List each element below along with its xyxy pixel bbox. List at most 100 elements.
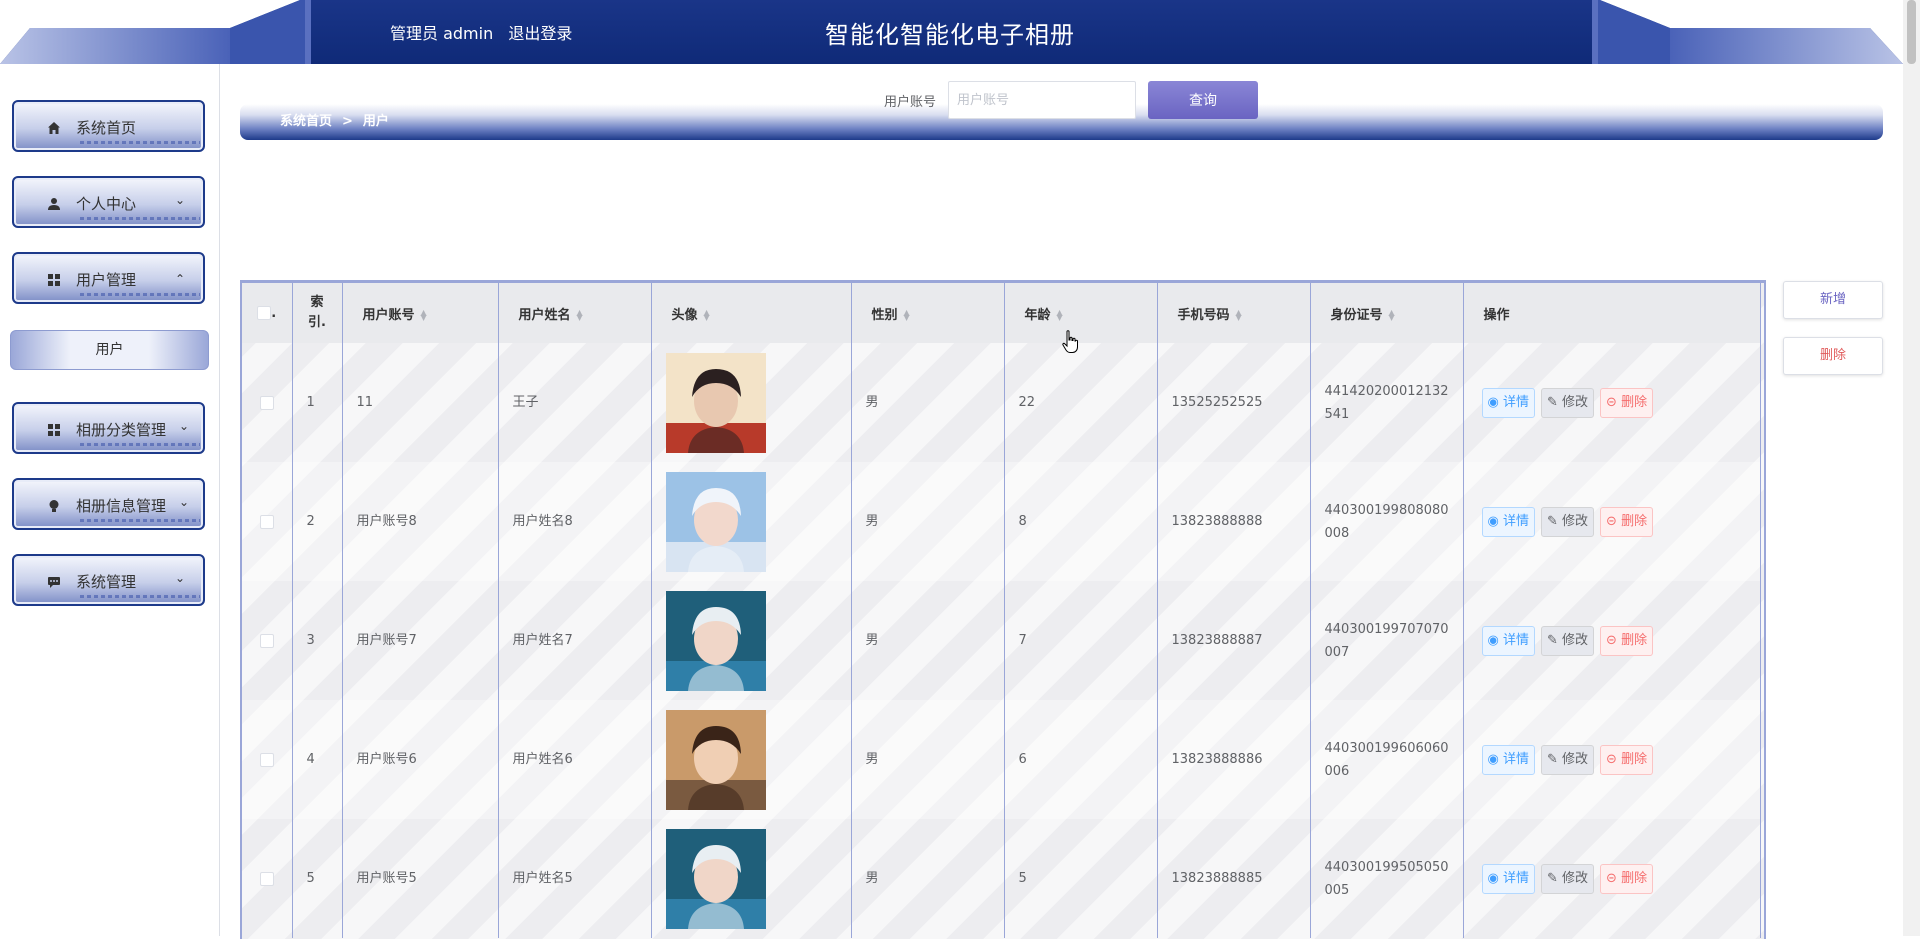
search-label: 用户账号 <box>884 95 937 110</box>
edit-button[interactable]: ✎ 修改 <box>1541 625 1595 656</box>
minus-circle-icon: ⊝ <box>1606 870 1622 886</box>
column-header-age[interactable]: 年龄 ▲ ▼ <box>1004 283 1158 343</box>
table-body: 1 11 王子男 22 13525252525 441420200012132541 ◉ 详… <box>242 343 1761 938</box>
menu-decoration <box>80 141 200 144</box>
batch-delete-button[interactable]: 删除 <box>1783 337 1883 375</box>
cell-avatar <box>651 700 852 819</box>
delete-button[interactable]: ⊝ 删除 <box>1600 863 1654 894</box>
scrollbar-thumb[interactable] <box>1907 0 1916 64</box>
avatar-image[interactable] <box>665 352 766 453</box>
cell-id-card: 440300199707070007 <box>1310 581 1464 700</box>
sidebar-item-album-info[interactable]: 相册信息管理 ⌄ <box>12 478 205 530</box>
column-header-label: 身份证号 <box>1330 307 1383 323</box>
minus-circle-icon: ⊝ <box>1606 513 1622 529</box>
detail-button[interactable]: ◉ 详情 <box>1481 863 1535 894</box>
select-all-header[interactable]: . <box>242 283 293 343</box>
detail-label: 详情 <box>1502 751 1529 767</box>
chevron-down-icon: ⌄ <box>174 193 185 207</box>
sidebar-item-user-management[interactable]: 用户管理 ⌃ <box>12 252 205 304</box>
menu-decoration <box>80 293 200 296</box>
breadcrumb: 系统首页 > 用户 <box>280 110 389 129</box>
edit-button[interactable]: ✎ 修改 <box>1541 506 1595 537</box>
cell-id-card: 441420200012132541 <box>1310 343 1464 462</box>
sort-icon[interactable]: ▲ ▼ <box>1057 309 1063 322</box>
sort-icon[interactable]: ▲ ▼ <box>904 309 910 322</box>
avatar-image[interactable] <box>665 590 766 691</box>
row-checkbox-cell[interactable] <box>242 343 293 462</box>
delete-label: 删除 <box>1621 870 1648 886</box>
chevron-down-icon: ⌄ <box>178 495 189 509</box>
cell-phone: 13823888887 <box>1157 581 1311 700</box>
sidebar-item-album-category[interactable]: 相册分类管理 ⌄ <box>12 402 205 454</box>
row-checkbox[interactable] <box>259 514 274 529</box>
column-header-label: 头像 <box>671 307 698 323</box>
account-search-input[interactable] <box>948 81 1136 119</box>
row-checkbox[interactable] <box>259 752 274 767</box>
edit-button[interactable]: ✎ 修改 <box>1541 863 1595 894</box>
cell-gender: 男 <box>851 700 1005 819</box>
table-row: 2 用户账号8 用户姓名8 男 8 13823888888 4403001998080800… <box>242 462 1761 581</box>
grid-icon <box>48 424 60 436</box>
sort-icon[interactable]: ▲ ▼ <box>704 309 710 322</box>
detail-button[interactable]: ◉ 详情 <box>1481 744 1535 775</box>
eye-icon: ◉ <box>1487 394 1503 410</box>
breadcrumb-separator: > <box>342 114 353 129</box>
column-header-avatar[interactable]: 头像 ▲ ▼ <box>651 283 852 343</box>
select-all-checkbox[interactable] <box>257 306 272 320</box>
row-checkbox[interactable] <box>259 633 274 648</box>
column-header-phone[interactable]: 手机号码 ▲ ▼ <box>1157 283 1311 343</box>
row-checkbox-cell[interactable] <box>242 462 293 581</box>
sort-icon[interactable]: ▲ ▼ <box>1236 309 1242 322</box>
delete-button[interactable]: ⊝ 删除 <box>1600 506 1654 537</box>
cell-index: 1 <box>292 343 343 462</box>
cell-gender: 男 <box>851 819 1005 938</box>
cell-account: 用户账号5 <box>342 819 499 938</box>
delete-button[interactable]: ⊝ 删除 <box>1600 744 1654 775</box>
cell-id-card: 440300199505050005 <box>1310 819 1464 938</box>
query-button[interactable]: 查询 <box>1148 81 1258 119</box>
sort-icon[interactable]: ▲ ▼ <box>1389 309 1395 322</box>
avatar-image[interactable] <box>665 828 766 929</box>
row-checkbox-cell[interactable] <box>242 581 293 700</box>
column-header-account[interactable]: 用户账号 ▲ ▼ <box>342 283 499 343</box>
delete-label: 删除 <box>1621 394 1648 410</box>
submenu-item-users[interactable]: 用户 <box>10 330 209 370</box>
sort-icon[interactable]: ▲ ▼ <box>421 309 427 322</box>
sidebar-item-personal-center[interactable]: 个人中心 ⌄ <box>12 176 205 228</box>
sidebar-item-system-management[interactable]: 系统管理 ⌄ <box>12 554 205 606</box>
avatar-image[interactable] <box>665 709 766 810</box>
column-header-name[interactable]: 用户姓名 ▲ ▼ <box>498 283 652 343</box>
column-header-index: 索引. <box>292 283 343 343</box>
detail-label: 详情 <box>1502 870 1529 886</box>
cell-index: 4 <box>292 700 343 819</box>
detail-button[interactable]: ◉ 详情 <box>1481 506 1535 537</box>
breadcrumb-home[interactable]: 系统首页 <box>280 114 332 129</box>
sort-icon[interactable]: ▲ ▼ <box>577 309 583 322</box>
avatar-image[interactable] <box>665 471 766 572</box>
cell-id-card: 440300199808080008 <box>1310 462 1464 581</box>
column-header-gender[interactable]: 性别 ▲ ▼ <box>851 283 1005 343</box>
cell-gender: 男 <box>851 462 1005 581</box>
delete-button[interactable]: ⊝ 删除 <box>1600 625 1654 656</box>
id-card-text: 440300199707070007 <box>1324 621 1449 660</box>
detail-button[interactable]: ◉ 详情 <box>1481 387 1535 418</box>
column-header-index-line1: 索 <box>310 295 324 310</box>
sidebar-item-home[interactable]: 系统首页 <box>12 100 205 152</box>
row-checkbox-cell[interactable] <box>242 819 293 938</box>
detail-button[interactable]: ◉ 详情 <box>1481 625 1535 656</box>
row-checkbox[interactable] <box>259 871 274 886</box>
add-button[interactable]: 新增 <box>1783 281 1883 319</box>
column-header-actions: 操作 <box>1463 283 1761 343</box>
column-header-id-card[interactable]: 身份证号 ▲ ▼ <box>1310 283 1464 343</box>
cell-avatar <box>651 462 852 581</box>
edit-button[interactable]: ✎ 修改 <box>1541 744 1595 775</box>
delete-label: 删除 <box>1621 751 1648 767</box>
row-checkbox[interactable] <box>259 395 274 410</box>
row-checkbox-cell[interactable] <box>242 700 293 819</box>
delete-button[interactable]: ⊝ 删除 <box>1600 387 1654 418</box>
edit-button[interactable]: ✎ 修改 <box>1541 387 1595 418</box>
page-scrollbar[interactable] <box>1903 0 1920 936</box>
id-card-text: 441420200012132541 <box>1324 383 1449 422</box>
detail-label: 详情 <box>1502 632 1529 648</box>
sidebar-item-label: 个人中心 <box>76 195 137 213</box>
